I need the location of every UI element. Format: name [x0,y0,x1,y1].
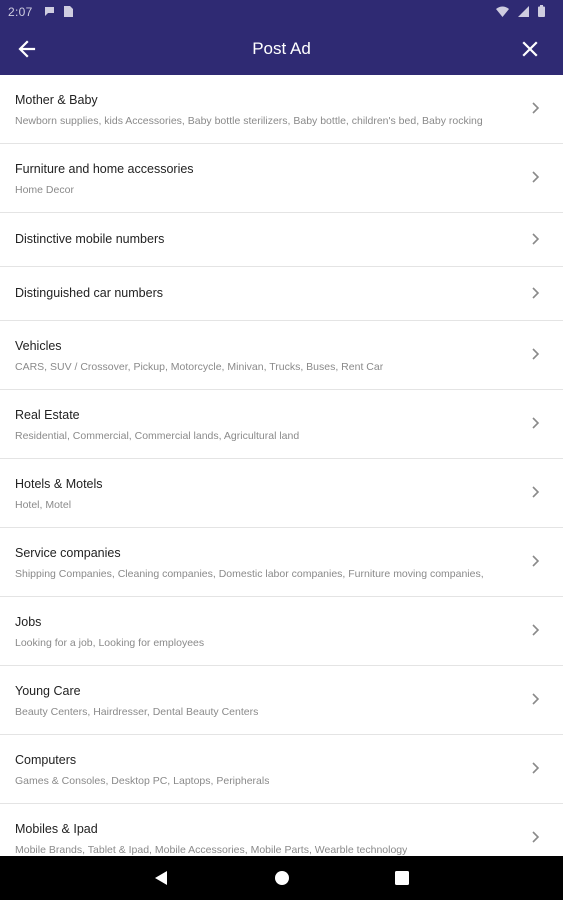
category-title: Real Estate [15,408,80,422]
nav-home-button[interactable] [272,868,292,888]
category-title: Mobiles & Ipad [15,822,98,836]
category-subtitle: Shipping Companies, Cleaning companies, … [15,568,484,580]
chevron-right-icon [532,417,540,429]
chevron-right-icon [532,624,540,636]
category-subtitle: Mobile Brands, Tablet & Ipad, Mobile Acc… [15,844,408,856]
category-item[interactable]: Jobs Looking for a job, Looking for empl… [0,597,563,666]
battery-icon [538,5,545,17]
chevron-right-icon [532,762,540,774]
wifi-icon [496,6,509,17]
status-left-icons [44,6,73,17]
page-title: Post Ad [252,39,311,58]
chevron-right-icon [532,555,540,567]
category-title: Mother & Baby [15,93,98,107]
category-title: Furniture and home accessories [15,162,194,176]
category-item[interactable]: Hotels & Motels Hotel, Motel [0,459,563,528]
app-header: 2:07 Post Ad [0,0,563,75]
category-title: Distinctive mobile numbers [15,232,165,246]
category-item[interactable]: Young Care Beauty Centers, Hairdresser, … [0,666,563,735]
chevron-right-icon [532,171,540,183]
category-item[interactable]: Computers Games & Consoles, Desktop PC, … [0,735,563,804]
category-item[interactable]: Distinctive mobile numbers [0,213,563,267]
category-subtitle: Looking for a job, Looking for employees [15,637,205,649]
category-item[interactable]: Vehicles CARS, SUV / Crossover, Pickup, … [0,321,563,390]
category-subtitle: CARS, SUV / Crossover, Pickup, Motorcycl… [15,361,384,373]
category-title: Service companies [15,546,121,560]
system-nav-bar [0,856,563,900]
chevron-right-icon [532,348,540,360]
category-item[interactable]: Mother & Baby Newborn supplies, kids Acc… [0,75,563,144]
category-subtitle: Beauty Centers, Hairdresser, Dental Beau… [15,706,259,718]
category-title: Vehicles [15,339,62,353]
category-title: Jobs [15,615,42,629]
category-list: Mother & Baby Newborn supplies, kids Acc… [0,75,563,856]
category-item[interactable]: Furniture and home accessories Home Deco… [0,144,563,213]
category-title: Young Care [15,684,81,698]
nav-recents-button[interactable] [392,868,412,888]
category-subtitle: Hotel, Motel [15,499,72,511]
recents-square-icon [395,871,409,885]
chevron-right-icon [532,693,540,705]
signal-icon [518,5,529,17]
close-icon [522,41,538,57]
toolbar: Post Ad [0,24,563,75]
chevron-right-icon [532,233,540,245]
back-triangle-icon [155,871,167,885]
category-title: Computers [15,753,77,767]
status-time: 2:07 [8,5,33,19]
category-item[interactable]: Service companies Shipping Companies, Cl… [0,528,563,597]
category-subtitle: Home Decor [15,184,74,196]
home-circle-icon [275,871,289,885]
chevron-right-icon [532,102,540,114]
chevron-right-icon [532,831,540,843]
category-title: Hotels & Motels [15,477,103,491]
category-subtitle: Games & Consoles, Desktop PC, Laptops, P… [15,775,270,787]
category-item[interactable]: Real Estate Residential, Commercial, Com… [0,390,563,459]
chevron-right-icon [532,287,540,299]
category-title: Distinguished car numbers [15,286,163,300]
category-item[interactable]: Distinguished car numbers [0,267,563,321]
chevron-right-icon [532,486,540,498]
close-button[interactable] [515,34,545,64]
message-icon [45,7,54,16]
status-bar: 2:07 [0,0,563,24]
category-subtitle: Residential, Commercial, Commercial land… [15,430,300,442]
category-item[interactable]: Mobiles & Ipad Mobile Brands, Tablet & I… [0,804,563,856]
nav-back-button[interactable] [151,868,171,888]
status-right-icons [496,5,545,17]
sim-icon [64,6,73,17]
category-subtitle: Newborn supplies, kids Accessories, Baby… [15,115,483,127]
